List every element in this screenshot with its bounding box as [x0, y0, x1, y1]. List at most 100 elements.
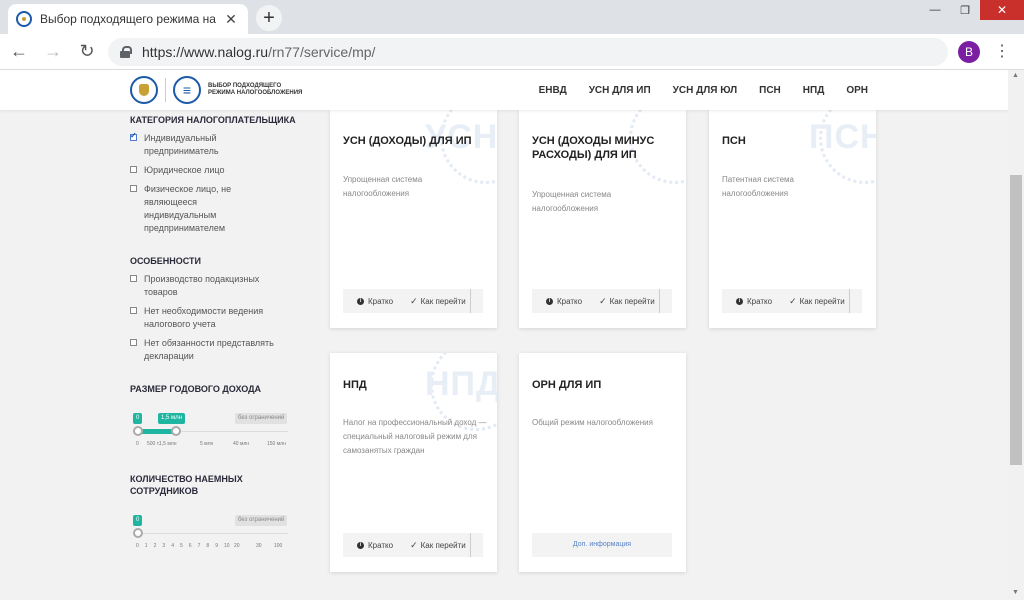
brief-label: Кратко: [747, 296, 773, 306]
card-description: Патентная система налогообложения: [722, 175, 794, 198]
income-slider[interactable]: 0 1,5 млн без ограничений 0 500 т. 1,5 млн…: [130, 405, 300, 457]
card-orn-ip: ОРН ДЛЯ ИП Общий режим налогообложения Д…: [519, 353, 686, 572]
regime-nav: ЕНВД УСН ДЛЯ ИП УСН ДЛЯ ЮЛ ПСН НПД ОРН: [517, 70, 868, 110]
lock-icon: [120, 46, 132, 58]
page-scrollbar[interactable]: ▲ ▼: [1008, 70, 1024, 600]
employees-tick-label: 100: [274, 543, 283, 549]
category-option-ul[interactable]: Юридическое лицо: [130, 164, 300, 177]
feature-option-no-accounting[interactable]: Нет необходимости ведения налогового уче…: [130, 305, 300, 331]
window-controls: — ❐ ✕: [920, 0, 1024, 20]
income-tick-labels: 0 500 т. 1,5 млн 5 млн 40 млн 150 млн: [130, 441, 298, 451]
nav-usn-ul[interactable]: УСН ДЛЯ ЮЛ: [673, 85, 738, 96]
income-track-fill: [138, 429, 176, 434]
employees-tick-labels: 0 1 2 3 4 5 6 7 8 9 10 20 30 100: [130, 543, 298, 553]
service-logo-icon[interactable]: ≡: [173, 76, 201, 104]
nav-orn[interactable]: ОРН: [846, 85, 868, 96]
category-option-ip[interactable]: Индивидуальный предприниматель: [130, 131, 300, 158]
checkbox-ip[interactable]: [130, 131, 137, 141]
scroll-down-arrow-icon[interactable]: ▼: [1012, 589, 1019, 596]
employees-track[interactable]: [138, 533, 288, 534]
nav-envd[interactable]: ЕНВД: [539, 85, 567, 96]
category-option-fl[interactable]: Физическое лицо, не являющееся индивидуа…: [130, 183, 300, 235]
income-min-knob[interactable]: [133, 426, 143, 436]
income-max-chip: 1,5 млн: [158, 413, 185, 424]
features-heading: Особенности: [130, 256, 201, 266]
minimize-button[interactable]: —: [920, 0, 950, 20]
employees-tick-label: 30: [256, 543, 262, 549]
brief-button[interactable]: i Кратко: [357, 541, 393, 550]
income-limit-chip: без ограничений: [235, 413, 288, 424]
income-max-knob[interactable]: [170, 426, 181, 436]
brief-button[interactable]: i Кратко: [357, 297, 393, 306]
employees-slider[interactable]: 0 без ограничений 0 1 2 3 4 5 6 7 8 9 10 20 30 100: [130, 507, 300, 559]
checkbox-excise[interactable]: [130, 275, 137, 282]
service-logo-text[interactable]: Выбор подходящего режима налогообложения: [208, 83, 302, 97]
option-label: Физическое лицо, не являющееся индивидуа…: [144, 184, 232, 233]
back-arrow-icon[interactable]: ←: [4, 37, 34, 67]
checkbox-fl[interactable]: [130, 185, 137, 192]
card-title[interactable]: НПД: [343, 378, 483, 392]
how-to-switch-button[interactable]: ✓ Как перейти: [410, 289, 471, 313]
forward-arrow-icon[interactable]: →: [38, 37, 68, 67]
close-window-button[interactable]: ✕: [980, 0, 1024, 20]
maximize-button[interactable]: ❐: [950, 0, 980, 20]
category-heading: Категория налогоплательщика: [130, 115, 296, 125]
brief-label: Кратко: [368, 540, 394, 550]
new-tab-button[interactable]: +: [256, 5, 282, 31]
employees-tick-label: 20: [234, 543, 240, 549]
how-to-switch-button[interactable]: ✓ Как перейти: [410, 533, 471, 557]
browser-toolbar: ← → ↻ https://www.nalog.ru/rn77/service/…: [0, 34, 1024, 70]
employees-tick-label: 6: [188, 543, 192, 549]
employees-knob[interactable]: [133, 528, 143, 538]
how-to-switch-button[interactable]: ✓ Как перейти: [599, 289, 660, 313]
fns-emblem-icon[interactable]: [130, 76, 158, 104]
income-heading: Размер годового дохода: [130, 384, 262, 394]
income-min-chip: 0: [133, 413, 143, 424]
employees-tick-label: 8: [206, 543, 210, 549]
nav-psn[interactable]: ПСН: [759, 85, 781, 96]
browser-menu-icon[interactable]: ⋮: [994, 43, 1010, 61]
browser-tab[interactable]: Выбор подходящего режима на ✕: [8, 4, 248, 34]
feature-option-no-declaration[interactable]: Нет обязанности представлять декларации: [130, 337, 300, 363]
check-icon: ✓: [789, 295, 797, 306]
card-usn-income-minus-expenses-ip: УСН (ДОХОДЫ МИНУС РАСХОДЫ) ДЛЯ ИП Упроще…: [519, 110, 686, 328]
tab-close-icon[interactable]: ✕: [222, 11, 240, 28]
nav-usn-ip[interactable]: УСН ДЛЯ ИП: [589, 85, 651, 96]
employees-tick-label: 0: [136, 543, 139, 549]
employees-tick-label: 10: [224, 543, 230, 549]
employees-tick-label: 5: [180, 543, 183, 549]
how-to-switch-label: Как перейти: [799, 296, 845, 306]
scroll-up-arrow-icon[interactable]: ▲: [1012, 72, 1019, 79]
profile-avatar[interactable]: B: [958, 41, 980, 63]
card-title[interactable]: УСН (ДОХОДЫ) ДЛЯ ИП: [343, 134, 483, 148]
site-header: ≡ Выбор подходящего режима налогообложен…: [0, 70, 1008, 110]
checkbox-no-declaration[interactable]: [130, 339, 137, 346]
income-tick-label: 150 млн: [267, 441, 286, 447]
scroll-thumb[interactable]: [1010, 175, 1022, 465]
employees-tick-label: 1: [144, 543, 148, 549]
card-actions: i Кратко ✓ Как перейти: [343, 289, 483, 313]
income-tick-label: 1,5 млн: [159, 441, 177, 447]
info-icon: i: [357, 541, 364, 549]
card-title[interactable]: ПСН: [722, 134, 862, 148]
info-icon: i: [736, 297, 743, 305]
checkbox-no-accounting[interactable]: [130, 307, 137, 314]
address-bar[interactable]: https://www.nalog.ru/rn77/service/mp/: [108, 38, 948, 66]
brief-button[interactable]: i Кратко: [736, 297, 772, 306]
card-title[interactable]: ОРН ДЛЯ ИП: [532, 378, 672, 392]
page-viewport: ≡ Выбор подходящего режима налогообложен…: [0, 70, 1008, 600]
more-info-button[interactable]: Доп. информация: [532, 533, 672, 557]
reload-icon[interactable]: ↻: [72, 37, 102, 67]
feature-option-excise[interactable]: Производство подакцизных товаров: [130, 273, 300, 299]
how-to-switch-button[interactable]: ✓ Как перейти: [789, 289, 850, 313]
employees-tick-label: 2: [153, 543, 157, 549]
card-title[interactable]: УСН (ДОХОДЫ МИНУС РАСХОДЫ) ДЛЯ ИП: [532, 134, 672, 162]
option-label: Индивидуальный предприниматель: [144, 133, 219, 156]
how-to-switch-label: Как перейти: [420, 296, 466, 306]
logo-text-line1: Выбор подходящего: [208, 83, 282, 89]
nav-npd[interactable]: НПД: [803, 85, 825, 96]
card-description: Общий режим налогообложения: [532, 418, 653, 427]
option-label: Юридическое лицо: [144, 165, 225, 175]
checkbox-ul[interactable]: [130, 166, 137, 173]
brief-button[interactable]: i Кратко: [546, 297, 582, 306]
